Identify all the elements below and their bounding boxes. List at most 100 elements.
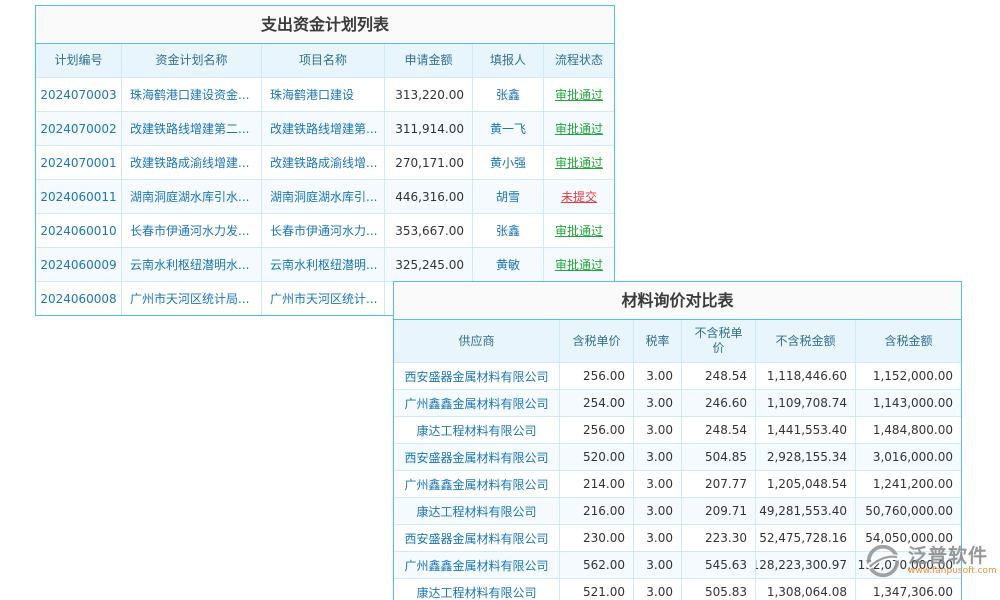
cell-fund-name[interactable]: 长春市伊通河水力发... (122, 214, 262, 247)
cell-tax-price: 256.00 (560, 363, 634, 389)
cell-filler: 胡雪 (473, 180, 544, 213)
cell-status[interactable]: 审批通过 (544, 248, 614, 281)
cell-fund-name[interactable]: 珠海鹤港口建设资金... (122, 78, 262, 111)
cell-filler: 张鑫 (473, 214, 544, 247)
watermark: 泛普软件 www.fanpusoft.com (864, 542, 997, 580)
table-row: 2024070003珠海鹤港口建设资金...珠海鹤港口建设313,220.00张… (36, 77, 614, 111)
cell-filler: 张鑫 (473, 78, 544, 111)
column-header-net-amount: 不含税金额 (756, 320, 856, 362)
fanpu-logo-icon (864, 542, 902, 580)
column-header-net-price: 不含税单价 (682, 320, 756, 362)
cell-plan-no[interactable]: 2024060009 (36, 248, 122, 281)
cell-tax-price: 216.00 (560, 498, 634, 524)
cell-tax-price: 214.00 (560, 471, 634, 497)
column-header-filler: 填报人 (473, 44, 544, 77)
cell-supplier[interactable]: 康达工程材料有限公司 (394, 417, 560, 443)
cell-net-amount: 1,118,446.60 (756, 363, 856, 389)
cell-tax-rate: 3.00 (634, 579, 682, 600)
cell-tax-price: 520.00 (560, 444, 634, 470)
cell-tax-price: 254.00 (560, 390, 634, 416)
cell-net-amount: 1,205,048.54 (756, 471, 856, 497)
cell-plan-no[interactable]: 2024060011 (36, 180, 122, 213)
cell-filler: 黄一飞 (473, 112, 544, 145)
cell-tax-price: 562.00 (560, 552, 634, 578)
cell-plan-no[interactable]: 2024070001 (36, 146, 122, 179)
cell-net-price: 223.30 (682, 525, 756, 551)
table-row: 康达工程材料有限公司521.003.00505.831,308,064.081,… (394, 578, 961, 600)
cell-amount: 353,667.00 (385, 214, 473, 247)
cell-net-amount: 1,441,553.40 (756, 417, 856, 443)
column-header-fund-name: 资金计划名称 (122, 44, 262, 77)
cell-supplier[interactable]: 西安盛器金属材料有限公司 (394, 525, 560, 551)
cell-tax-rate: 3.00 (634, 525, 682, 551)
table-row: 西安盛器金属材料有限公司520.003.00504.852,928,155.34… (394, 443, 961, 470)
cell-net-price: 246.60 (682, 390, 756, 416)
cell-net-amount: 1,308,064.08 (756, 579, 856, 600)
table-row: 2024060009云南水利枢纽潜明水...云南水利枢纽潜明...325,245… (36, 247, 614, 281)
cell-net-price: 207.77 (682, 471, 756, 497)
cell-net-amount: 52,475,728.16 (756, 525, 856, 551)
cell-plan-no[interactable]: 2024070003 (36, 78, 122, 111)
cell-net-price: 209.71 (682, 498, 756, 524)
cell-tax-rate: 3.00 (634, 417, 682, 443)
column-header-tax-amount: 含税金额 (856, 320, 961, 362)
watermark-brand: 泛普软件 (908, 546, 997, 567)
fund-plan-table-title: 支出资金计划列表 (36, 6, 614, 44)
cell-amount: 313,220.00 (385, 78, 473, 111)
cell-net-price: 248.54 (682, 417, 756, 443)
cell-plan-no[interactable]: 2024070002 (36, 112, 122, 145)
cell-project[interactable]: 珠海鹤港口建设 (262, 78, 385, 111)
cell-status[interactable]: 审批通过 (544, 214, 614, 247)
cell-fund-name[interactable]: 云南水利枢纽潜明水... (122, 248, 262, 281)
cell-filler: 黄小强 (473, 146, 544, 179)
cell-tax-rate: 3.00 (634, 552, 682, 578)
page: 支出资金计划列表 计划编号 资金计划名称 项目名称 申请金额 填报人 流程状态 … (0, 0, 1000, 600)
cell-project[interactable]: 云南水利枢纽潜明... (262, 248, 385, 281)
column-header-supplier: 供应商 (394, 320, 560, 362)
cell-supplier[interactable]: 广州鑫鑫金属材料有限公司 (394, 471, 560, 497)
material-compare-table-header: 供应商 含税单价 税率 不含税单价 不含税金额 含税金额 (394, 320, 961, 362)
cell-amount: 446,316.00 (385, 180, 473, 213)
fund-plan-table: 支出资金计划列表 计划编号 资金计划名称 项目名称 申请金额 填报人 流程状态 … (35, 5, 615, 316)
cell-project[interactable]: 改建铁路成渝线增... (262, 146, 385, 179)
cell-supplier[interactable]: 西安盛器金属材料有限公司 (394, 444, 560, 470)
cell-plan-no[interactable]: 2024060008 (36, 282, 122, 315)
cell-fund-name[interactable]: 广州市天河区统计局... (122, 282, 262, 315)
cell-tax-amount: 3,016,000.00 (856, 444, 961, 470)
cell-status[interactable]: 未提交 (544, 180, 614, 213)
table-row: 2024070002改建铁路线增建第二...改建铁路线增建第...311,914… (36, 111, 614, 145)
table-row: 康达工程材料有限公司216.003.00209.7149,281,553.405… (394, 497, 961, 524)
cell-tax-rate: 3.00 (634, 471, 682, 497)
cell-project[interactable]: 长春市伊通河水力... (262, 214, 385, 247)
cell-filler: 黄敏 (473, 248, 544, 281)
fund-plan-table-header: 计划编号 资金计划名称 项目名称 申请金额 填报人 流程状态 (36, 44, 614, 77)
cell-tax-amount: 1,347,306.00 (856, 579, 961, 600)
column-header-project: 项目名称 (262, 44, 385, 77)
cell-tax-amount: 1,484,800.00 (856, 417, 961, 443)
cell-status[interactable]: 审批通过 (544, 112, 614, 145)
cell-net-amount: 1,109,708.74 (756, 390, 856, 416)
cell-fund-name[interactable]: 湖南洞庭湖水库引水... (122, 180, 262, 213)
cell-project[interactable]: 改建铁路线增建第... (262, 112, 385, 145)
cell-tax-rate: 3.00 (634, 498, 682, 524)
cell-fund-name[interactable]: 改建铁路成渝线增建... (122, 146, 262, 179)
cell-status[interactable]: 审批通过 (544, 78, 614, 111)
cell-plan-no[interactable]: 2024060010 (36, 214, 122, 247)
table-row: 广州鑫鑫金属材料有限公司214.003.00207.771,205,048.54… (394, 470, 961, 497)
cell-project[interactable]: 湖南洞庭湖水库引... (262, 180, 385, 213)
column-header-status: 流程状态 (544, 44, 614, 77)
cell-fund-name[interactable]: 改建铁路线增建第二... (122, 112, 262, 145)
cell-supplier[interactable]: 广州鑫鑫金属材料有限公司 (394, 390, 560, 416)
cell-net-amount: 128,223,300.97 (756, 552, 856, 578)
cell-supplier[interactable]: 西安盛器金属材料有限公司 (394, 363, 560, 389)
cell-supplier[interactable]: 康达工程材料有限公司 (394, 498, 560, 524)
cell-project[interactable]: 广州市天河区统计... (262, 282, 385, 315)
cell-supplier[interactable]: 康达工程材料有限公司 (394, 579, 560, 600)
cell-amount: 311,914.00 (385, 112, 473, 145)
cell-net-price: 248.54 (682, 363, 756, 389)
cell-tax-rate: 3.00 (634, 444, 682, 470)
cell-supplier[interactable]: 广州鑫鑫金属材料有限公司 (394, 552, 560, 578)
cell-tax-price: 230.00 (560, 525, 634, 551)
table-row: 西安盛器金属材料有限公司256.003.00248.541,118,446.60… (394, 362, 961, 389)
cell-status[interactable]: 审批通过 (544, 146, 614, 179)
